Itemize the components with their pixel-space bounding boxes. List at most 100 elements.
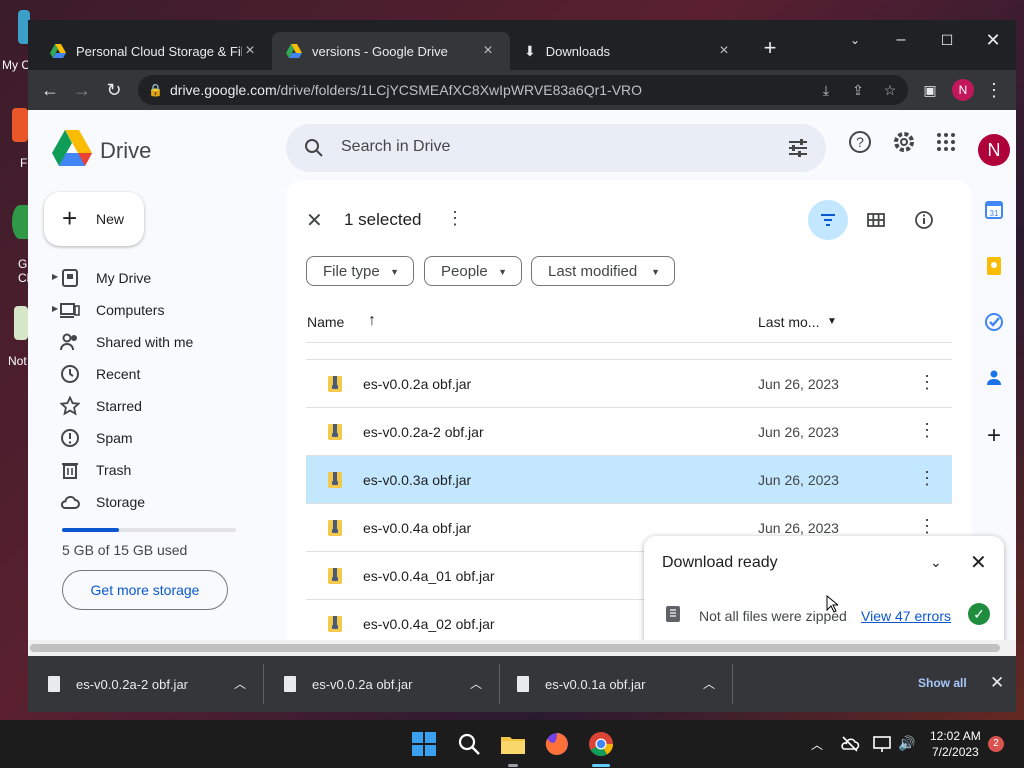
- chevron-up-icon[interactable]: ︿: [703, 675, 715, 692]
- help-icon[interactable]: ?: [846, 128, 874, 156]
- settings-gear-icon[interactable]: [890, 128, 918, 156]
- filter-toggle-button[interactable]: [808, 200, 848, 240]
- row-more-actions-icon[interactable]: ⋮: [918, 516, 936, 537]
- tab-personal-cloud[interactable]: Personal Cloud Storage & File Sh ×: [36, 32, 272, 70]
- get-more-storage-button[interactable]: Get more storage: [62, 570, 228, 610]
- forward-button[interactable]: →: [68, 76, 96, 104]
- close-panel-icon[interactable]: ✕: [970, 550, 987, 575]
- expand-caret-icon[interactable]: ▶: [52, 304, 58, 313]
- side-panel-icon[interactable]: ▣: [916, 76, 944, 104]
- row-more-actions-icon[interactable]: ⋮: [918, 372, 936, 393]
- column-header-last-modified[interactable]: Last mo...: [758, 314, 819, 330]
- row-more-actions-icon[interactable]: ⋮: [918, 468, 936, 489]
- scrollbar-thumb[interactable]: [30, 644, 1000, 652]
- sidebar-item-storage[interactable]: Storage: [50, 486, 270, 518]
- details-info-button[interactable]: [904, 200, 944, 240]
- show-all-downloads-link[interactable]: Show all: [918, 676, 967, 690]
- maximize-button[interactable]: ☐: [924, 26, 970, 54]
- jar-file-icon: [328, 520, 342, 536]
- cloud-sync-icon[interactable]: [840, 734, 860, 754]
- more-actions-icon[interactable]: ⋮: [446, 208, 464, 229]
- back-button[interactable]: ←: [36, 76, 64, 104]
- install-icon[interactable]: ⤓: [816, 80, 836, 100]
- filter-chip-file-type[interactable]: File type ▼: [306, 256, 414, 286]
- close-window-button[interactable]: ✕: [970, 26, 1016, 54]
- reload-button[interactable]: ↻: [100, 76, 128, 104]
- spam-icon: [61, 429, 79, 447]
- sidebar-item-computers[interactable]: ▶ Computers: [50, 294, 270, 326]
- download-shelf: es-v0.0.2a-2 obf.jar ︿ es-v0.0.2a obf.ja…: [28, 656, 1016, 712]
- download-item[interactable]: es-v0.0.2a obf.jar ︿: [264, 656, 500, 712]
- download-item[interactable]: es-v0.0.1a obf.jar ︿: [497, 656, 733, 712]
- apps-grid-icon[interactable]: [932, 128, 960, 156]
- desktop-icon-notepad[interactable]: Not: [0, 306, 28, 368]
- sidebar-item-recent[interactable]: Recent: [50, 358, 270, 390]
- table-row[interactable]: es-v0.0.2a obf.jar Jun 26, 2023 ⋮: [306, 360, 952, 407]
- jar-file-icon: [328, 424, 342, 440]
- sort-arrow-up-icon[interactable]: ↑: [368, 312, 376, 330]
- grid-view-button[interactable]: [856, 200, 896, 240]
- menu-kebab-icon[interactable]: ⋮: [980, 76, 1008, 104]
- sidebar-item-my-drive[interactable]: ▶ My Drive: [50, 262, 270, 294]
- expand-caret-icon[interactable]: ▶: [52, 272, 58, 281]
- drive-logo-icon[interactable]: [52, 130, 92, 166]
- desktop-icon-chrome[interactable]: G Ch: [0, 205, 33, 285]
- search-input[interactable]: Search in Drive: [341, 138, 450, 156]
- sidebar-item-shared[interactable]: Shared with me: [50, 326, 270, 358]
- minimize-button[interactable]: –: [878, 26, 924, 54]
- table-row[interactable]: es-v0.0.2a-2 obf.jar Jun 26, 2023 ⋮: [306, 408, 952, 455]
- close-tab-icon[interactable]: ×: [480, 42, 496, 60]
- close-tab-icon[interactable]: ×: [242, 42, 258, 60]
- column-header-name[interactable]: Name: [307, 314, 344, 330]
- contacts-icon[interactable]: [984, 368, 1004, 388]
- calendar-icon[interactable]: 31: [984, 200, 1004, 220]
- sidebar-item-starred[interactable]: Starred: [50, 390, 270, 422]
- chevron-up-icon[interactable]: ︿: [234, 675, 246, 692]
- close-shelf-icon[interactable]: ✕: [990, 673, 1004, 693]
- clear-selection-icon[interactable]: ✕: [306, 208, 323, 233]
- tab-versions[interactable]: versions - Google Drive ×: [272, 32, 510, 70]
- clock-date[interactable]: 7/2/2023: [932, 745, 979, 759]
- dropdown-arrow-icon: ▼: [390, 267, 399, 277]
- row-more-actions-icon[interactable]: ⋮: [918, 420, 936, 441]
- chevron-up-icon[interactable]: ︿: [470, 675, 482, 692]
- account-avatar[interactable]: N: [978, 134, 1010, 166]
- table-row[interactable]: es-v0.0.3a obf.jar Jun 26, 2023 ⋮: [306, 456, 952, 503]
- download-item[interactable]: es-v0.0.2a-2 obf.jar ︿: [28, 656, 264, 712]
- bookmark-star-icon[interactable]: ☆: [880, 80, 900, 100]
- notification-badge[interactable]: 2: [988, 736, 1004, 752]
- sidebar-item-spam[interactable]: Spam: [50, 422, 270, 454]
- horizontal-scrollbar[interactable]: [28, 640, 1016, 656]
- close-tab-icon[interactable]: ×: [716, 42, 732, 60]
- filter-chip-people[interactable]: People ▼: [424, 256, 522, 286]
- collapse-chevron-icon[interactable]: ⌄: [930, 554, 942, 571]
- firefox-icon[interactable]: [543, 730, 571, 758]
- new-button[interactable]: + New: [44, 192, 144, 246]
- tab-downloads[interactable]: ⬇ Downloads ×: [510, 32, 746, 70]
- network-icon[interactable]: [872, 734, 892, 754]
- profile-avatar[interactable]: N: [952, 79, 974, 101]
- address-bar[interactable]: 🔒 drive.google.com/drive/folders/1LCjYCS…: [138, 75, 908, 105]
- search-bar[interactable]: Search in Drive: [286, 124, 826, 172]
- clock-time[interactable]: 12:02 AM: [930, 729, 981, 743]
- windows-start-icon[interactable]: [410, 730, 438, 758]
- share-icon[interactable]: ⇪: [848, 80, 868, 100]
- sort-dropdown-icon[interactable]: ▼: [827, 316, 837, 327]
- desktop-icon-f[interactable]: F: [0, 108, 28, 170]
- new-tab-button[interactable]: +: [756, 34, 784, 62]
- tasks-icon[interactable]: [984, 312, 1004, 332]
- tray-overflow-chevron-icon[interactable]: ︿: [811, 736, 823, 753]
- search-options-icon[interactable]: [786, 136, 810, 160]
- search-icon[interactable]: [455, 730, 483, 758]
- file-explorer-icon[interactable]: [499, 730, 527, 758]
- desktop-icon-my-computer[interactable]: My C: [0, 10, 30, 72]
- add-addon-icon[interactable]: +: [984, 424, 1004, 448]
- sidebar-item-trash[interactable]: Trash: [50, 454, 270, 486]
- keep-icon[interactable]: [984, 256, 1004, 276]
- tab-search-button[interactable]: ⌄: [832, 26, 878, 54]
- volume-icon[interactable]: 🔊: [898, 735, 915, 752]
- view-errors-link[interactable]: View 47 errors: [861, 608, 951, 624]
- chrome-icon[interactable]: [587, 730, 615, 758]
- google-drive-icon: [50, 44, 66, 58]
- filter-chip-last-modified[interactable]: Last modified ▼: [531, 256, 675, 286]
